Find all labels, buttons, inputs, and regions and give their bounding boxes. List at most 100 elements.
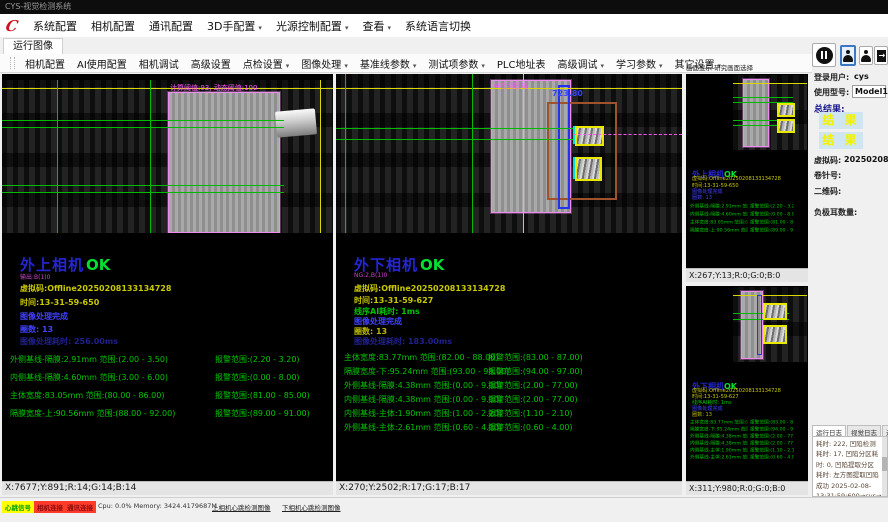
- mini-alarm: 报警范围:(89.00 - 91.00): [750, 226, 794, 233]
- middle-status-ok: OK: [420, 256, 444, 274]
- winding-pin-label: 卷针号:: [814, 170, 841, 181]
- left-camera-image[interactable]: 计算阈值:93, 动态阈值:100: [2, 80, 333, 233]
- mini-view-lower[interactable]: 外下相机OK 虚拟码:Offline20250208133134728 时间:1…: [686, 286, 808, 495]
- lower-camera-heartbeat-link[interactable]: 下相机心跳检测图像: [282, 502, 341, 512]
- result-indicator-upper: 结 果: [819, 112, 863, 129]
- menu-view[interactable]: 查看: [355, 15, 398, 37]
- left-sub-label: 输出:B(1)0: [20, 272, 50, 281]
- mini-upper-rings: 圈数: 13: [692, 193, 712, 201]
- alarm-range: 报警范围:(1.10 - 2.10): [488, 408, 573, 419]
- log-scrollbar[interactable]: [882, 437, 887, 496]
- user-icon: [843, 50, 853, 62]
- mini-view-header[interactable]: 画面显示 研究画面选择: [686, 62, 808, 73]
- left-overlay-yellow-vline: [320, 80, 321, 233]
- middle-time: 时间:13-31-59-627: [354, 295, 433, 306]
- left-process-time: 图像处理耗时: 256.00ms: [20, 336, 118, 347]
- alarm-range: 报警范围:(89.00 - 91.00): [215, 408, 310, 419]
- mini-alarm: 报警范围:(94.00 - 97.00): [750, 425, 794, 432]
- mini-alarm: 报警范围:(81.00 - 85.00): [750, 218, 794, 225]
- measurement-row: 主体宽度:83.05mm 范围:(80.00 - 86.00): [10, 390, 164, 401]
- mini-measurement: 隔膜宽度-上:90.56mm 范围:(88.00 - 92.00): [690, 226, 748, 233]
- tab-run-image[interactable]: 运行图像: [3, 38, 63, 55]
- virtual-code-value: 20250208: [844, 155, 888, 164]
- mini-alarm: 报警范围:(0.00 - 8.00): [750, 210, 794, 217]
- login-user-label: 登录用户:: [814, 72, 849, 83]
- operator-icon: [861, 50, 871, 62]
- measurement-row: 外侧基线-隔膜:2.91mm 范围:(2.00 - 3.50): [10, 354, 168, 365]
- mini-alarm: 报警范围:(83.00 - 87.00): [750, 418, 794, 425]
- menu-light-config[interactable]: 光源控制配置: [269, 15, 356, 37]
- middle-barcode: 虚拟码:Offline20250208133134728: [354, 283, 505, 294]
- menu-language-switch[interactable]: 系统语言切换: [398, 15, 478, 37]
- middle-overlay-green-vline-1: [345, 74, 346, 233]
- tool-test-params[interactable]: 测试项参数: [422, 54, 491, 73]
- middle-cyan-tick-2: [573, 157, 575, 179]
- log-content[interactable]: 耗时: 222, 凹陷检测耗时: 17, 凹陷分区耗时: 0, 凹陷提取分区耗时…: [812, 436, 888, 497]
- tool-image-processing[interactable]: 图像处理: [295, 54, 354, 73]
- user-login-button[interactable]: [840, 45, 856, 66]
- tool-camera-debug[interactable]: 相机调试: [133, 54, 185, 73]
- menu-system-config[interactable]: 系统配置: [26, 15, 84, 37]
- login-user-value: cys: [854, 72, 869, 81]
- mini-measurement: 主体宽度:83.05mm 范围:(80.00 - 86.00): [690, 218, 748, 225]
- left-barcode: 虚拟码:Offline20250208133134728: [20, 283, 171, 294]
- middle-cyan-tick-1: [573, 126, 575, 144]
- alarm-range: 报警范围:(83.00 - 87.00): [488, 352, 583, 363]
- tool-advanced-debug[interactable]: 高级调试: [551, 54, 610, 73]
- tool-camera-config[interactable]: 相机配置: [19, 54, 71, 73]
- mini-alarm: 报警范围:(1.10 - 2.10): [750, 446, 794, 453]
- mini-alarm: 报警范围:(0.60 - 4.00): [750, 453, 794, 460]
- middle-camera-image[interactable]: AI检测区域 723.80: [336, 74, 682, 233]
- middle-cursor-coords: X:270;Y:2502;R:17;G:17;B:17: [336, 481, 682, 495]
- result-indicator-lower: 结 果: [819, 132, 863, 149]
- measurement-row: 主体宽度:83.77mm 范围:(82.00 - 88.00): [344, 352, 498, 363]
- tool-ai-usage-config[interactable]: AI使用配置: [71, 54, 133, 73]
- model-select[interactable]: Model1: [852, 85, 886, 98]
- window-title: CYS-视觉检测系统: [5, 2, 71, 11]
- mini-upper-yellow-hline: [733, 83, 807, 84]
- operator-button[interactable]: [859, 46, 873, 65]
- mini-measurement: 外侧基线-隔膜:4.38mm 范围:(0.00 - 9.00): [690, 432, 748, 439]
- mini-lower-tab-box-2: [763, 325, 787, 344]
- alarm-range: 报警范围:(94.00 - 97.00): [488, 366, 583, 377]
- middle-overlay-green-hline-1: [336, 128, 573, 129]
- pause-button[interactable]: [812, 43, 836, 67]
- left-ring-count: 圈数: 13: [20, 324, 53, 335]
- middle-tab-box-1: [575, 126, 604, 146]
- tool-learning-params[interactable]: 学习参数: [610, 54, 669, 73]
- middle-overlay-green-vline-2: [472, 74, 473, 233]
- menu-3d-config[interactable]: 3D手配置: [200, 15, 269, 37]
- mini-upper-cursor-coords: X:267;Y:13;R:0;G:0;B:0: [686, 268, 808, 282]
- mini-measurement: 内侧基线-隔膜:4.38mm 范围:(0.00 - 9.00): [690, 439, 748, 446]
- mini-upper-bright-box-1: [777, 103, 795, 117]
- left-overlay-green-hline-1: [2, 120, 284, 121]
- mini-lower-cursor-coords: X:311;Y:980;R:0;G:0;B:0: [686, 481, 808, 495]
- alarm-range: 报警范围:(0.60 - 4.00): [488, 422, 573, 433]
- tool-baseline-params[interactable]: 基准线参数: [354, 54, 423, 73]
- middle-magenta-dash: [573, 134, 682, 135]
- mini-measurement: 外侧基线-主体:2.61mm 范围:(0.60 - 4.00): [690, 453, 748, 460]
- tool-advanced-settings[interactable]: 高级设置: [185, 54, 237, 73]
- menu-comm-config[interactable]: 通讯配置: [142, 15, 200, 37]
- camera-link-badge: 相机连接: [34, 501, 66, 513]
- alarm-range: 报警范围:(2.20 - 3.20): [215, 354, 300, 365]
- virtual-code-label: 虚拟码:: [814, 155, 841, 166]
- right-control-panel: 登录用户: cys 使用型号: Model1 总结果: 结 果 结 果 虚拟码:…: [812, 40, 888, 497]
- mini-alarm: 报警范围:(2.20 - 3.20): [750, 202, 794, 209]
- measurement-row: 内侧基线-主体:1.90mm 范围:(1.00 - 2.20): [344, 408, 502, 419]
- middle-sub-label: NG:2,B(1)0: [354, 272, 387, 279]
- exit-button[interactable]: [874, 46, 888, 65]
- tool-spot-check[interactable]: 点检设置: [237, 54, 296, 73]
- left-overlay-green-hline-3: [2, 185, 284, 186]
- mini-upper-roi-block: [743, 79, 769, 147]
- log-scrollbar-thumb[interactable]: [882, 457, 887, 471]
- left-roi-block: [168, 92, 280, 233]
- mini-view-upper[interactable]: 外上相机OK 虚拟码:Offline20250208133134728 时间:1…: [686, 74, 808, 282]
- cpu-memory-text: Cpu: 0.0% Memory: 3424.4179687M: [98, 502, 217, 510]
- upper-camera-heartbeat-link[interactable]: 上相机心跳检测图像: [212, 502, 271, 512]
- mini-lower-image: [733, 287, 807, 362]
- tool-plc-address[interactable]: PLC地址表: [491, 54, 552, 73]
- menu-camera-config[interactable]: 相机配置: [84, 15, 142, 37]
- left-overlay-green-hline-2: [2, 127, 284, 128]
- alarm-range: 报警范围:(2.00 - 77.00): [488, 394, 578, 405]
